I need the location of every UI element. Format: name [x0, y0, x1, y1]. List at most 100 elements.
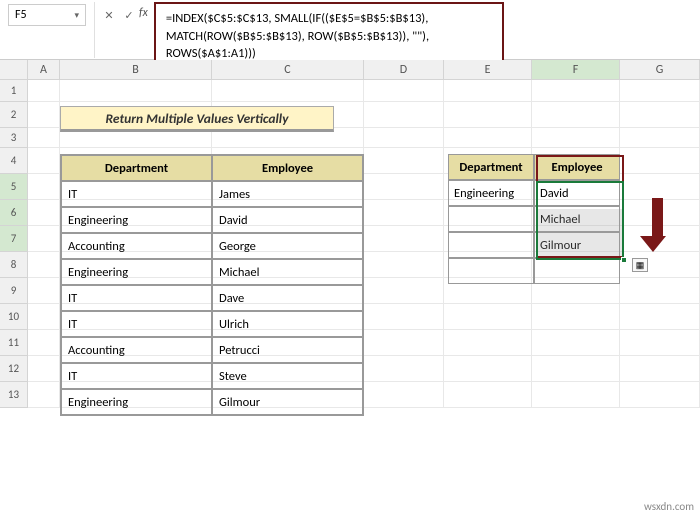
cell[interactable] — [28, 128, 60, 148]
dept-cell[interactable]: IT — [61, 285, 212, 311]
cell[interactable] — [444, 128, 532, 148]
cell[interactable] — [364, 80, 444, 102]
cell[interactable] — [532, 330, 620, 356]
cell[interactable] — [28, 382, 60, 408]
emp-cell[interactable]: Steve — [212, 363, 363, 389]
autofill-options-button[interactable]: ▦ — [632, 258, 648, 272]
cell[interactable] — [620, 330, 700, 356]
dropdown-icon[interactable]: ▾ — [74, 10, 79, 21]
emp-cell[interactable]: Gilmour — [212, 389, 363, 415]
cell[interactable] — [532, 102, 620, 128]
emp-cell[interactable]: Petrucci — [212, 337, 363, 363]
dept-cell[interactable]: IT — [61, 363, 212, 389]
cell[interactable] — [364, 200, 444, 226]
col-header-D[interactable]: D — [364, 60, 444, 79]
name-box[interactable]: F5 ▾ — [8, 4, 86, 26]
row-header-8[interactable]: 8 — [0, 252, 28, 278]
emp-cell[interactable]: James — [212, 181, 363, 207]
cell[interactable] — [532, 356, 620, 382]
cell[interactable] — [28, 80, 60, 102]
row-header-6[interactable]: 6 — [0, 200, 28, 226]
cell[interactable] — [364, 252, 444, 278]
cell[interactable] — [28, 226, 60, 252]
cell[interactable] — [620, 356, 700, 382]
cell[interactable] — [620, 128, 700, 148]
row-header-5[interactable]: 5 — [0, 174, 28, 200]
col-header-B[interactable]: B — [60, 60, 212, 79]
cell[interactable] — [444, 382, 532, 408]
dept-cell[interactable]: Accounting — [61, 233, 212, 259]
cell[interactable] — [364, 226, 444, 252]
row-header-12[interactable]: 12 — [0, 356, 28, 382]
row-header-9[interactable]: 9 — [0, 278, 28, 304]
cell[interactable] — [620, 304, 700, 330]
dept-cell[interactable]: Engineering — [61, 207, 212, 233]
row-header-2[interactable]: 2 — [0, 102, 28, 128]
cell[interactable] — [620, 102, 700, 128]
cell[interactable] — [28, 330, 60, 356]
cell[interactable] — [28, 278, 60, 304]
col-header-E[interactable]: E — [444, 60, 532, 79]
cell[interactable] — [444, 356, 532, 382]
col-header-F[interactable]: F — [532, 60, 620, 79]
main-header-dept[interactable]: Department — [61, 155, 212, 181]
cell[interactable] — [364, 330, 444, 356]
dept-cell[interactable] — [448, 258, 534, 284]
row-header-13[interactable]: 13 — [0, 382, 28, 408]
row-header-10[interactable]: 10 — [0, 304, 28, 330]
col-header-G[interactable]: G — [620, 60, 700, 79]
row-header-3[interactable]: 3 — [0, 128, 28, 148]
cell[interactable] — [60, 80, 212, 102]
cell[interactable] — [364, 278, 444, 304]
cell[interactable] — [444, 304, 532, 330]
cell[interactable] — [444, 102, 532, 128]
fx-icon[interactable]: fx — [139, 6, 148, 20]
cell[interactable] — [28, 356, 60, 382]
cell[interactable] — [364, 128, 444, 148]
col-header-C[interactable]: C — [212, 60, 364, 79]
emp-cell[interactable]: David — [212, 207, 363, 233]
cell[interactable] — [532, 80, 620, 102]
cell[interactable] — [364, 382, 444, 408]
emp-cell[interactable]: Ulrich — [212, 311, 363, 337]
cell[interactable] — [620, 174, 700, 200]
cell[interactable] — [28, 148, 60, 174]
cell[interactable] — [364, 304, 444, 330]
cell[interactable] — [532, 128, 620, 148]
col-header-A[interactable]: A — [28, 60, 60, 79]
emp-cell[interactable]: Michael — [212, 259, 363, 285]
dept-cell[interactable]: Engineering — [448, 180, 534, 206]
emp-cell[interactable]: Michael — [534, 206, 620, 232]
emp-cell[interactable]: George — [212, 233, 363, 259]
cell[interactable] — [444, 330, 532, 356]
cell[interactable] — [532, 382, 620, 408]
cell[interactable] — [364, 174, 444, 200]
emp-cell[interactable] — [534, 258, 620, 284]
row-header-4[interactable]: 4 — [0, 148, 28, 174]
row-header-11[interactable]: 11 — [0, 330, 28, 356]
cell[interactable] — [28, 304, 60, 330]
result-header-dept[interactable]: Department — [448, 154, 534, 180]
emp-cell[interactable]: Dave — [212, 285, 363, 311]
select-all-corner[interactable] — [0, 60, 28, 79]
main-header-emp[interactable]: Employee — [212, 155, 363, 181]
cell[interactable] — [620, 278, 700, 304]
cell[interactable] — [620, 80, 700, 102]
dept-cell[interactable] — [448, 206, 534, 232]
result-header-emp[interactable]: Employee — [534, 154, 620, 180]
emp-cell[interactable]: David — [534, 180, 620, 206]
cell[interactable] — [620, 382, 700, 408]
row-header-1[interactable]: 1 — [0, 80, 28, 102]
emp-cell[interactable]: Gilmour — [534, 232, 620, 258]
cell[interactable] — [620, 148, 700, 174]
dept-cell[interactable]: IT — [61, 311, 212, 337]
dept-cell[interactable]: Engineering — [61, 389, 212, 415]
cell[interactable] — [28, 200, 60, 226]
cell[interactable] — [364, 356, 444, 382]
dept-cell[interactable]: IT — [61, 181, 212, 207]
cell[interactable] — [212, 80, 364, 102]
dept-cell[interactable]: Accounting — [61, 337, 212, 363]
cancel-button[interactable]: ✕ — [99, 4, 119, 26]
confirm-button[interactable]: ✓ — [119, 4, 139, 26]
cell[interactable] — [364, 102, 444, 128]
